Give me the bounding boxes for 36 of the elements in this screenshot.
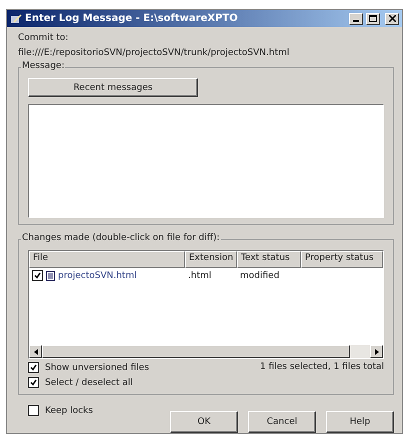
maximize-icon xyxy=(369,15,377,22)
dialog-button[interactable]: Cancel xyxy=(248,411,316,433)
option-label: Select / deselect all xyxy=(45,378,133,388)
checkbox[interactable] xyxy=(28,405,39,416)
commit-label: Commit to: xyxy=(18,33,70,43)
checkbox[interactable] xyxy=(28,362,39,373)
table-cell-text: modified xyxy=(239,270,280,280)
dialog-button[interactable]: Help xyxy=(326,411,394,433)
app-icon xyxy=(10,14,22,24)
minimize-button[interactable] xyxy=(349,12,363,24)
group-legend: Changes made (double-click on file for diff): xyxy=(21,233,221,243)
message-field[interactable] xyxy=(28,104,384,218)
group-legend: Message: xyxy=(21,61,66,71)
maximize-button[interactable] xyxy=(366,12,380,24)
option-label: Show unversioned files xyxy=(45,362,150,372)
file-name[interactable]: projectoSVN.html xyxy=(58,270,137,280)
recent-messages-button[interactable]: Recent messages xyxy=(28,78,198,97)
selection-summary: 1 files selected, 1 files total xyxy=(260,362,384,374)
window-title: Enter Log Message - E:\softwareXPTO xyxy=(25,13,239,24)
commit-url: file:///E:/repositorioSVN/projectoSVN/trunk/projectoSVN.html xyxy=(18,48,290,58)
left-arrow-icon xyxy=(34,348,38,354)
dialog-button[interactable]: OK xyxy=(170,411,238,433)
checkbox[interactable] xyxy=(28,377,39,388)
column-header[interactable]: Text status xyxy=(237,251,301,268)
file-icon xyxy=(46,270,55,280)
scroll-left-button[interactable] xyxy=(29,345,42,358)
right-arrow-icon xyxy=(374,348,378,354)
column-header[interactable]: Property status xyxy=(301,251,383,268)
close-button[interactable] xyxy=(385,12,399,24)
option-label: Keep locks xyxy=(45,406,93,416)
column-header[interactable]: File xyxy=(29,251,185,268)
table-cell-text: .html xyxy=(187,270,212,280)
checkbox[interactable] xyxy=(32,270,43,281)
column-header[interactable]: Extension xyxy=(185,251,237,268)
close-icon xyxy=(388,15,396,22)
scroll-right-button[interactable] xyxy=(370,345,383,358)
